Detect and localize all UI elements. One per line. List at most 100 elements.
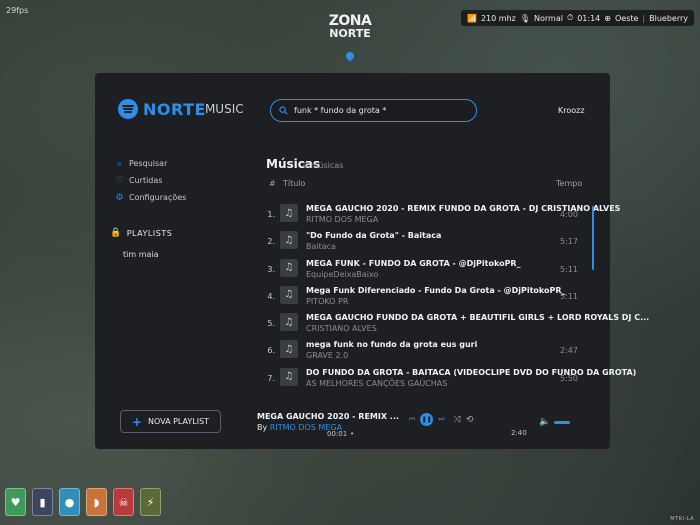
music-note-icon: ♫ [280,258,298,277]
sidebar-item-curtidas[interactable]: ♡ Curtidas [115,172,186,189]
compass-icon: ⊕ [604,13,611,23]
skull-icon: ☠ [113,488,134,516]
progress-dot-icon[interactable]: • [350,430,354,438]
search-icon: ⌕ [116,158,123,169]
track-title: "Do Fundo da Grota" - Baitaca [306,231,442,241]
music-note-icon: ♫ [280,231,298,250]
previous-icon[interactable]: ⏮ [409,415,415,424]
sidebar-item-label: Configurações [129,193,187,202]
now-playing-by-label: By [257,423,268,432]
track-duration: 5:50 [560,373,578,383]
track-row[interactable]: 7. ♫ DO FUNDO DA GROTA - BAITACA (VIDEOC… [263,365,636,392]
next-icon[interactable]: ⏭ [438,415,444,424]
now-playing-title: MEGA GAUCHO 2020 - REMIX ... [257,412,399,421]
server-logo: ZONA NORTE [322,13,378,62]
app-brand: NORTE MUSIC [118,99,244,119]
track-title: MEGA GAUCHO FUNDO DA GROTA + BEAUTIFIL G… [306,313,650,323]
track-title: DO FUNDO DA GROTA - BAITACA (VIDEOCLIPE … [306,367,637,377]
music-note-icon: ♫ [280,313,298,332]
brand-word-norte: NORTE [143,99,206,119]
track-title: MEGA FUNK - FUNDO DA GROTA - @DjPitokoPR… [306,258,521,268]
heart-icon: ♥ [5,488,26,516]
track-duration: 4:00 [560,210,578,219]
voice-mode: Normal [534,13,563,23]
radio-icon: 📶 [467,13,477,23]
volume-slider[interactable] [554,420,571,424]
playlists-header: 🔒 PLAYLISTS [110,228,172,238]
track-title: mega funk no fundo da grota eus guri [306,340,478,350]
search-bar[interactable] [270,99,477,122]
water-drop-icon: ● [59,488,80,516]
music-note-icon: ♫ [280,285,298,304]
track-number: 5. [267,319,275,329]
track-row[interactable]: 4. ♫ Mega Funk Diferenciado - Fundo Da G… [263,283,630,310]
track-duration: 5:17 [560,237,578,247]
bottle-icon: ▮ [32,488,53,516]
track-number: 2. [267,237,275,247]
track-number: 7. [267,373,275,383]
sidebar-item-label: Pesquisar [129,159,168,168]
track-artist: Baitaca [306,242,336,252]
server-logo-line1: ZONA [328,13,372,29]
fps-counter: 29fps [6,6,29,15]
repeat-icon[interactable]: ⟲ [466,415,474,425]
track-title: Mega Funk Diferenciado - Fundo Da Grota … [306,285,566,295]
track-row[interactable]: 6. ♫ mega funk no fundo da grota eus gur… [263,337,630,364]
new-playlist-label: NOVA PLAYLIST [147,417,210,426]
lightning-icon: ⚡ [140,488,161,516]
music-note-icon: ♫ [280,367,298,386]
track-number: 3. [267,264,275,274]
column-header-time: Tempo [556,179,583,188]
track-duration: 2:47 [560,346,578,356]
username[interactable]: Kroozz [558,106,585,115]
heart-icon: ♡ [115,175,124,186]
search-icon [279,106,288,115]
search-input[interactable] [294,106,464,115]
volume-control[interactable]: 🔈 [539,417,571,427]
speaker-icon[interactable]: 🔈 [539,417,550,427]
track-duration: 5:11 [560,264,578,274]
brand-word-music: MUSIC [204,102,244,116]
location-pin-icon [344,50,356,62]
track-row[interactable]: 2. ♫ "Do Fundo da Grota" - Baitaca Baita… [263,228,630,255]
status-separator: | [642,13,646,23]
sidebar-item-pesquisar[interactable]: ⌕ Pesquisar [115,155,186,172]
track-artist: RITMO DOS MEGA [306,215,379,224]
track-number: 6. [267,346,275,356]
music-note-icon: ♫ [280,340,298,359]
sidebar-item-configuracoes[interactable]: ⚙ Configurações [115,189,186,206]
playlists-header-label: PLAYLISTS [126,228,173,238]
location-name: Oeste [614,13,639,23]
pause-button[interactable]: ❚❚ [420,413,434,426]
new-playlist-button[interactable]: + NOVA PLAYLIST [120,410,221,433]
track-number: 1. [267,210,275,219]
player-controls: ⏮ ❚❚ ⏭ ⤨ ⟲ [409,413,473,426]
track-artist: GRAVE 2.0 [306,351,349,361]
shuffle-icon[interactable]: ⤨ [454,415,461,425]
microphone-icon: 🎙 [519,13,530,23]
total-time: 2:40 [511,429,527,437]
track-row[interactable]: 5. ♫ MEGA GAUCHO FUNDO DA GROTA + BEAUTI… [263,310,649,337]
track-row[interactable]: 1. ♫ MEGA GAUCHO 2020 - REMIX FUNDO DA G… [263,201,630,228]
track-duration: 5:11 [560,291,578,301]
music-app-window: NORTE MUSIC Kroozz ⌕ Pesquisar ♡ Curtida… [95,73,649,449]
spotify-logo-icon [118,99,138,119]
column-header-title: Título [283,179,306,188]
server-name: Blueberry [649,13,688,23]
current-time: 00:01 [327,430,348,438]
track-artist: EquipeDeixaBaixo [306,269,379,279]
track-list: 1. ♫ MEGA GAUCHO 2020 - REMIX FUNDO DA G… [263,201,649,392]
gear-icon: ⚙ [115,192,124,203]
track-artist: CRISTIANO ALVES [306,324,377,334]
food-icon: ◗ [86,488,107,516]
track-row[interactable]: 3. ♫ MEGA FUNK - FUNDO DA GROTA - @DjPit… [263,256,630,283]
tracklist-scrollbar[interactable] [592,206,594,270]
sidebar-nav: ⌕ Pesquisar ♡ Curtidas ⚙ Configurações [115,155,186,206]
clock-icon: ⏱ [566,13,574,22]
playlist-item[interactable]: tim maia [123,250,159,259]
sidebar-item-label: Curtidas [129,176,163,185]
server-logo-line2: NORTE [329,27,371,40]
plus-icon: + [131,414,142,429]
corner-tag: MTKI-LA [670,516,694,522]
column-header-number: # [269,179,276,188]
